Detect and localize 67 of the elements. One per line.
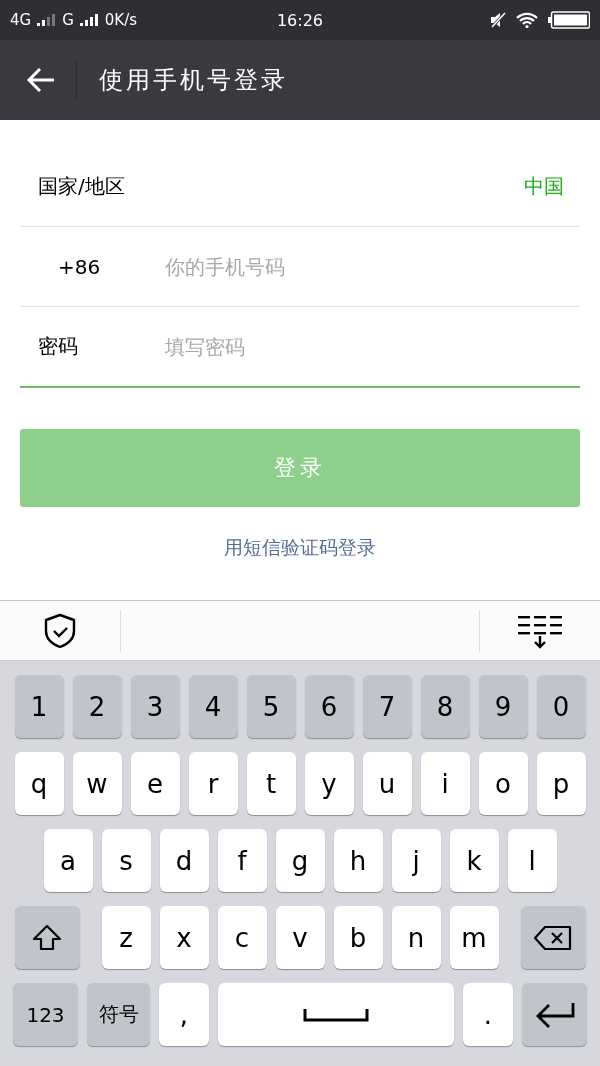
key[interactable]: d bbox=[159, 829, 209, 892]
backspace-key[interactable] bbox=[520, 906, 586, 969]
space-key[interactable] bbox=[218, 983, 454, 1046]
key[interactable]: 5 bbox=[246, 675, 296, 738]
key[interactable]: 4 bbox=[188, 675, 238, 738]
space-bar-icon bbox=[303, 1007, 369, 1022]
clock-time: 16:26 bbox=[276, 10, 324, 30]
key[interactable]: g bbox=[275, 829, 325, 892]
network-speed: 0K/s bbox=[104, 11, 138, 29]
network-label: 4G bbox=[10, 11, 32, 29]
key[interactable]: o bbox=[478, 752, 528, 815]
key[interactable]: m bbox=[449, 906, 499, 969]
back-arrow-icon bbox=[26, 67, 56, 93]
enter-icon bbox=[534, 1000, 575, 1029]
key[interactable]: a bbox=[43, 829, 93, 892]
phone-input[interactable]: 你的手机号码 bbox=[165, 254, 580, 279]
wifi-icon bbox=[516, 12, 538, 28]
key[interactable]: v bbox=[275, 906, 325, 969]
key[interactable]: 9 bbox=[478, 675, 528, 738]
key[interactable]: q bbox=[14, 752, 64, 815]
sms-login-link[interactable]: 用短信验证码登录 bbox=[20, 535, 580, 561]
key[interactable]: k bbox=[449, 829, 499, 892]
key[interactable]: x bbox=[159, 906, 209, 969]
key[interactable]: 0 bbox=[536, 675, 586, 738]
key[interactable]: b bbox=[333, 906, 383, 969]
key[interactable]: 7 bbox=[362, 675, 412, 738]
backspace-icon bbox=[534, 924, 572, 951]
country-label: 国家/地区 bbox=[37, 173, 126, 200]
enter-key[interactable] bbox=[522, 983, 587, 1046]
key[interactable]: r bbox=[188, 752, 238, 815]
key[interactable]: e bbox=[130, 752, 180, 815]
key[interactable]: p bbox=[536, 752, 586, 815]
key[interactable]: 1 bbox=[14, 675, 64, 738]
key[interactable]: u bbox=[362, 752, 412, 815]
key[interactable]: i bbox=[420, 752, 470, 815]
password-input[interactable]: 填写密码 bbox=[165, 334, 580, 359]
key[interactable]: n bbox=[391, 906, 441, 969]
mute-icon bbox=[490, 12, 506, 28]
key[interactable]: 123 bbox=[13, 983, 78, 1046]
network-label: G bbox=[62, 11, 74, 29]
key[interactable]: 3 bbox=[130, 675, 180, 738]
key[interactable]: c bbox=[217, 906, 267, 969]
key[interactable]: j bbox=[391, 829, 441, 892]
country-code: +86 bbox=[57, 254, 102, 279]
key[interactable]: w bbox=[72, 752, 122, 815]
key[interactable]: 2 bbox=[72, 675, 122, 738]
key[interactable]: 符号 bbox=[87, 983, 150, 1046]
key[interactable]: , bbox=[159, 983, 209, 1046]
battery-icon bbox=[548, 11, 590, 29]
key[interactable]: . bbox=[463, 983, 513, 1046]
screen-title: 使用手机号登录 bbox=[99, 65, 288, 96]
password-label: 密码 bbox=[37, 333, 79, 360]
shift-key[interactable] bbox=[14, 906, 80, 969]
key[interactable]: s bbox=[101, 829, 151, 892]
key[interactable]: t bbox=[246, 752, 296, 815]
key[interactable]: h bbox=[333, 829, 383, 892]
back-button[interactable] bbox=[26, 67, 56, 93]
shift-icon bbox=[32, 923, 62, 952]
key[interactable]: f bbox=[217, 829, 267, 892]
key[interactable]: y bbox=[304, 752, 354, 815]
shield-check-icon bbox=[44, 612, 76, 649]
signal-icon bbox=[79, 14, 99, 26]
key[interactable]: z bbox=[101, 906, 151, 969]
signal-icon bbox=[37, 14, 57, 26]
key[interactable]: 8 bbox=[420, 675, 470, 738]
key[interactable]: 6 bbox=[304, 675, 354, 738]
key[interactable]: l bbox=[507, 829, 557, 892]
